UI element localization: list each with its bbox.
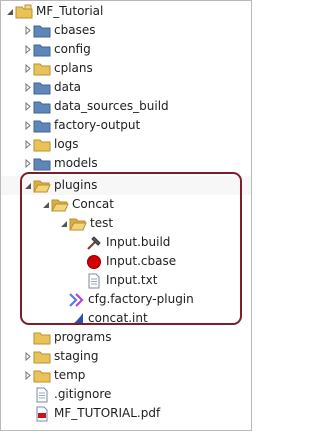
tree-item-data-sources-build[interactable]: data_sources_build <box>1 97 251 116</box>
tree-item-plugins[interactable]: plugins <box>1 176 251 195</box>
folder-open-icon <box>33 178 51 194</box>
folder-blue-icon <box>33 99 51 115</box>
tree-item-label: cplans <box>54 61 93 75</box>
tree-item-label: staging <box>54 349 99 363</box>
tree-item-tutorial-pdf[interactable]: MF_TUTORIAL.pdf <box>1 404 251 423</box>
folder-blue-icon <box>33 42 51 58</box>
tree-item-label: logs <box>54 137 79 151</box>
tree-item-label: factory-output <box>54 118 141 132</box>
folder-icon <box>33 137 51 153</box>
tree-item-gitignore[interactable]: .gitignore <box>1 385 251 404</box>
pdf-file-icon <box>33 406 51 422</box>
tree-item-label: temp <box>54 368 86 382</box>
tree-item-label: MF_TUTORIAL.pdf <box>54 406 161 420</box>
tree-item-label: Input.build <box>106 235 171 249</box>
folder-icon <box>33 368 51 384</box>
project-folder-icon <box>15 4 33 20</box>
tree-item-test[interactable]: test <box>1 214 251 233</box>
tree-item-label: plugins <box>54 178 98 192</box>
tree-item-cplans[interactable]: cplans <box>1 59 251 78</box>
folder-open-icon <box>51 197 69 213</box>
tree-item-label: concat.int <box>88 311 148 325</box>
tree-item-input-txt[interactable]: Input.txt <box>1 271 251 290</box>
collapsed-arrow-icon[interactable] <box>23 347 33 366</box>
tree-item-label: cbases <box>54 23 96 37</box>
tree-item-factory-output[interactable]: factory-output <box>1 116 251 135</box>
tree-item-label: data_sources_build <box>54 99 169 113</box>
folder-icon <box>33 61 51 77</box>
folder-open-icon <box>69 216 87 232</box>
tree-item-models[interactable]: models <box>1 154 251 173</box>
tree-item-input-build[interactable]: Input.build <box>1 233 251 252</box>
collapsed-arrow-icon[interactable] <box>23 116 33 135</box>
tree-item-config[interactable]: config <box>1 40 251 59</box>
folder-icon <box>33 349 51 365</box>
expanded-arrow-icon[interactable] <box>23 176 33 195</box>
collapsed-arrow-icon[interactable] <box>23 59 33 78</box>
red-circle-icon <box>85 254 103 270</box>
folder-blue-icon <box>33 156 51 172</box>
tree-item-staging[interactable]: staging <box>1 347 251 366</box>
tree-item-data[interactable]: data <box>1 78 251 97</box>
tree-item-label: Input.cbase <box>106 254 177 268</box>
folder-blue-icon <box>33 118 51 134</box>
folder-icon <box>33 330 51 346</box>
text-file-icon <box>85 273 103 289</box>
tree-item-root[interactable]: MF_Tutorial <box>1 2 251 21</box>
tree-item-concat-int[interactable]: concat.int <box>1 309 251 328</box>
tree-item-input-cbase[interactable]: Input.cbase <box>1 252 251 271</box>
collapsed-arrow-icon[interactable] <box>23 135 33 154</box>
collapsed-arrow-icon[interactable] <box>23 154 33 173</box>
expanded-arrow-icon[interactable] <box>59 214 69 233</box>
tree-item-label: models <box>54 156 98 170</box>
file-icon <box>33 387 51 403</box>
tree-item-concat[interactable]: Concat <box>1 195 251 214</box>
tree-item-label: cfg.factory-plugin <box>88 292 194 306</box>
interface-file-icon <box>67 311 85 327</box>
plugin-config-icon <box>67 292 85 308</box>
expanded-arrow-icon[interactable] <box>5 2 15 21</box>
hammer-icon <box>85 235 103 251</box>
tree-item-cbases[interactable]: cbases <box>1 21 251 40</box>
tree-item-label: Concat <box>72 197 114 211</box>
tree-item-label: .gitignore <box>54 387 112 401</box>
expanded-arrow-icon[interactable] <box>41 195 51 214</box>
tree-item-programs[interactable]: programs <box>1 328 251 347</box>
tree-item-cfg-factory-plugin[interactable]: cfg.factory-plugin <box>1 290 251 309</box>
project-explorer: MF_Tutorial cbases config cplans data da… <box>0 0 252 431</box>
folder-blue-icon <box>33 23 51 39</box>
tree-item-label: data <box>54 80 82 94</box>
tree-item-label: programs <box>54 330 112 344</box>
tree-item-label: test <box>90 216 114 230</box>
tree-item-logs[interactable]: logs <box>1 135 251 154</box>
collapsed-arrow-icon[interactable] <box>23 21 33 40</box>
folder-blue-icon <box>33 80 51 96</box>
collapsed-arrow-icon[interactable] <box>23 78 33 97</box>
tree-item-label: MF_Tutorial <box>36 4 104 18</box>
collapsed-arrow-icon[interactable] <box>23 40 33 59</box>
collapsed-arrow-icon[interactable] <box>23 97 33 116</box>
tree-item-label: Input.txt <box>106 273 158 287</box>
tree-item-temp[interactable]: temp <box>1 366 251 385</box>
collapsed-arrow-icon[interactable] <box>23 366 33 385</box>
tree-item-label: config <box>54 42 91 56</box>
